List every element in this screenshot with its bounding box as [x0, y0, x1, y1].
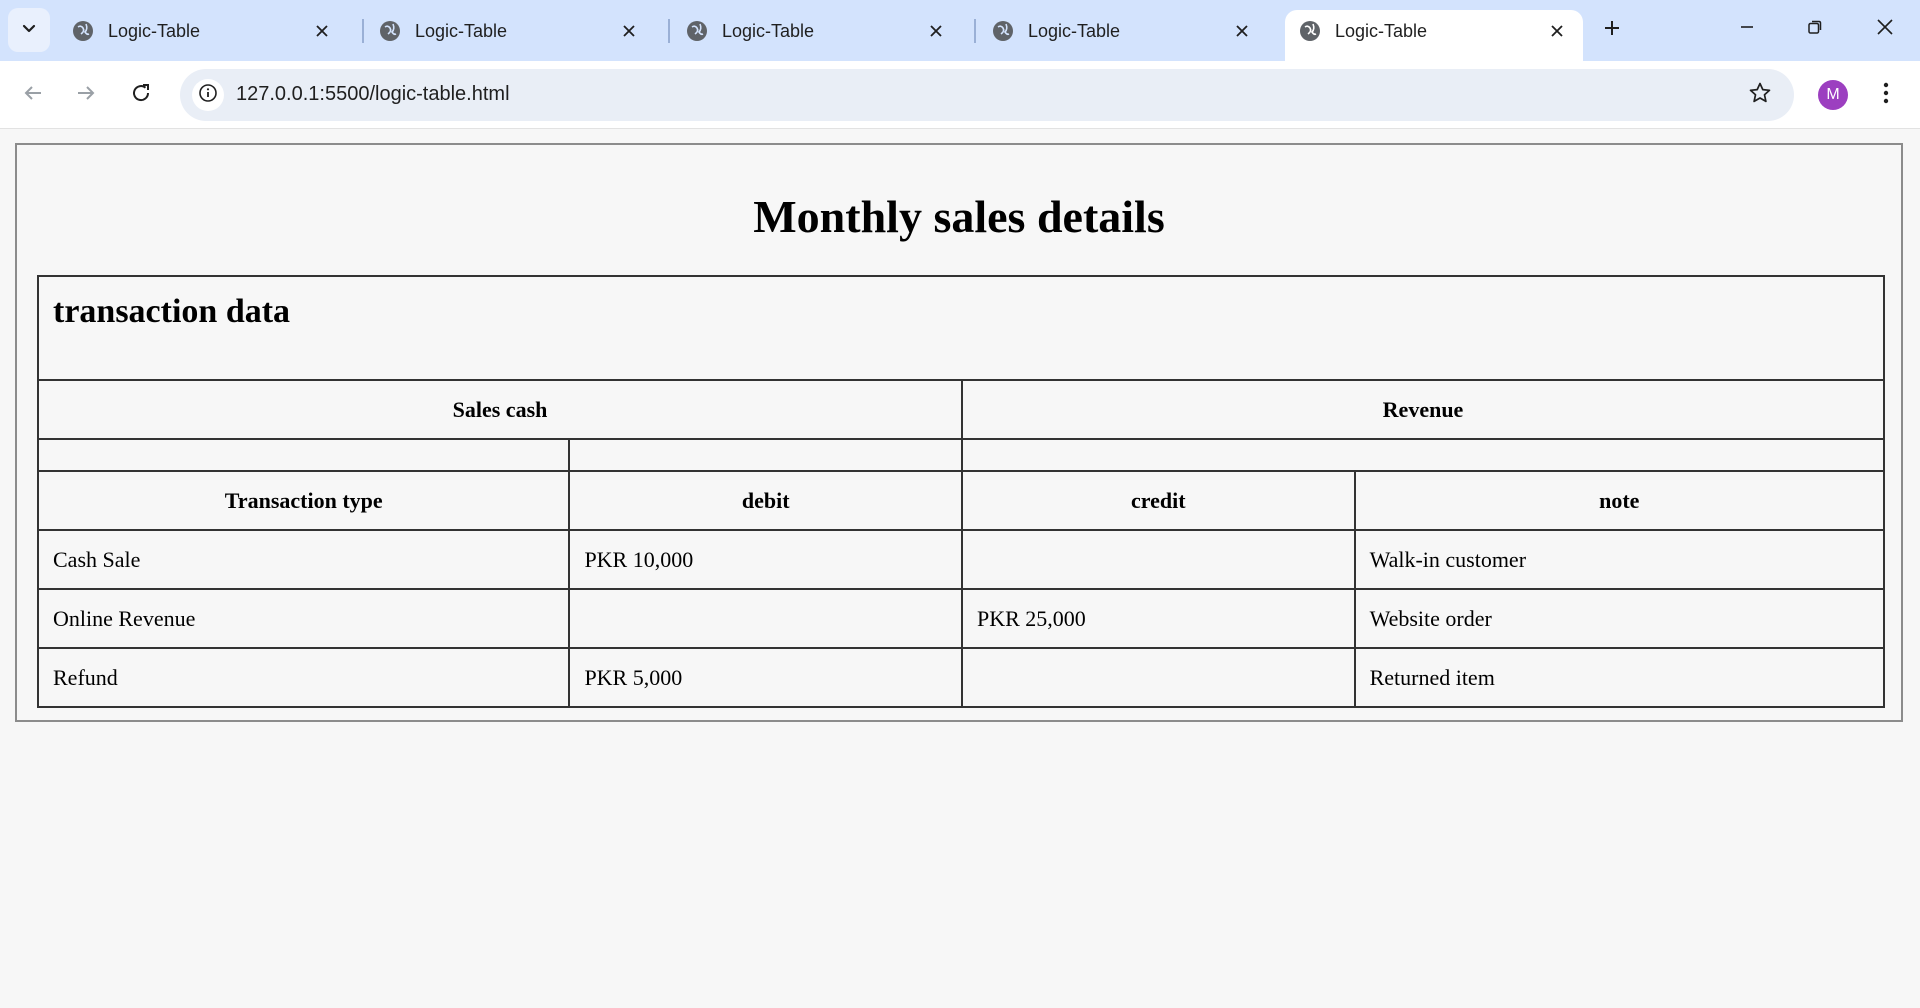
tab-4[interactable]: Logic-Table [978, 10, 1268, 52]
column-header-transaction-type: Transaction type [36, 470, 571, 531]
new-tab-button[interactable] [1596, 14, 1628, 46]
close-icon[interactable] [922, 17, 950, 45]
close-icon[interactable] [615, 17, 643, 45]
restore-button[interactable] [1792, 8, 1838, 50]
browser-menu-button[interactable] [1870, 75, 1902, 115]
globe-icon [1299, 20, 1321, 42]
content-frame: Monthly sales details transaction data S… [15, 143, 1903, 722]
cell-debit: PKR 10,000 [568, 529, 963, 590]
bookmark-button[interactable] [1746, 81, 1774, 109]
empty-cell [36, 438, 571, 472]
globe-icon [992, 20, 1014, 42]
tab-strip: Logic-Table Logic-Table Logic-Table Logi… [0, 0, 1920, 61]
star-icon [1748, 81, 1772, 110]
table-caption: transaction data [37, 275, 1885, 381]
tab-5-active[interactable]: Logic-Table [1285, 10, 1583, 61]
group-header-sales-cash: Sales cash [37, 379, 963, 440]
cell-debit [568, 588, 963, 649]
forward-button[interactable] [66, 75, 106, 115]
cell-note: Website order [1353, 588, 1886, 649]
cell-transaction-type: Cash Sale [36, 529, 571, 590]
cell-note: Walk-in customer [1353, 529, 1886, 590]
tab-divider [362, 19, 364, 43]
column-header-debit: debit [568, 470, 963, 531]
info-icon [198, 83, 218, 108]
tab-title: Logic-Table [108, 20, 201, 41]
caption-text: transaction data [53, 293, 291, 330]
column-header-row: Transaction type debit credit note [36, 470, 1886, 531]
minimize-button[interactable] [1724, 8, 1770, 50]
tab-divider [668, 19, 670, 43]
forward-arrow-icon [75, 82, 97, 109]
transaction-table: transaction data Sales cash Revenue Tran… [36, 275, 1886, 708]
cell-credit [961, 529, 1356, 590]
profile-avatar[interactable]: M [1818, 80, 1848, 110]
group-header-revenue: Revenue [961, 379, 1885, 440]
page-title: Monthly sales details [753, 191, 1165, 242]
column-header-note: note [1353, 470, 1886, 531]
close-icon[interactable] [1228, 17, 1256, 45]
close-icon[interactable] [308, 17, 336, 45]
browser-toolbar: 127.0.0.1:5500/logic-table.html M [0, 61, 1920, 129]
tab-title: Logic-Table [722, 20, 815, 41]
table-row: Cash Sale PKR 10,000 Walk-in customer [36, 529, 1886, 590]
tab-title: Logic-Table [1028, 20, 1121, 41]
reload-button[interactable] [121, 75, 161, 115]
tab-title: Logic-Table [415, 20, 508, 41]
tab-search-icon [21, 20, 37, 41]
table-row: Refund PKR 5,000 Returned item [36, 647, 1886, 708]
plus-icon [1603, 19, 1621, 42]
tab-search-button[interactable] [8, 8, 50, 52]
url-text[interactable]: 127.0.0.1:5500/logic-table.html [236, 83, 510, 106]
site-info-button[interactable] [192, 79, 224, 111]
address-bar[interactable]: 127.0.0.1:5500/logic-table.html [180, 69, 1794, 121]
more-vertical-icon [1883, 82, 1889, 109]
caption-row: transaction data [37, 275, 1885, 381]
cell-note: Returned item [1353, 647, 1886, 708]
cell-transaction-type: Online Revenue [36, 588, 571, 649]
cell-credit [961, 647, 1356, 708]
group-header-row: Sales cash Revenue [37, 379, 1885, 440]
spacer-row [36, 438, 1885, 472]
tab-divider [974, 19, 976, 43]
reload-icon [130, 82, 152, 109]
back-button[interactable] [13, 75, 53, 115]
tab-title: Logic-Table [1335, 20, 1428, 41]
cell-debit: PKR 5,000 [568, 647, 963, 708]
back-arrow-icon [22, 82, 44, 109]
close-icon[interactable] [1543, 17, 1571, 45]
cell-transaction-type: Refund [36, 647, 571, 708]
column-header-credit: credit [961, 470, 1356, 531]
empty-cell [961, 438, 1885, 472]
empty-cell [568, 438, 963, 472]
cell-credit: PKR 25,000 [961, 588, 1356, 649]
table-row: Online Revenue PKR 25,000 Website order [36, 588, 1886, 649]
tab-1[interactable]: Logic-Table [58, 10, 348, 52]
restore-icon [1807, 19, 1823, 40]
window-close-icon [1876, 18, 1894, 41]
tab-3[interactable]: Logic-Table [672, 10, 962, 52]
globe-icon [72, 20, 94, 42]
globe-icon [686, 20, 708, 42]
globe-icon [379, 20, 401, 42]
tab-2[interactable]: Logic-Table [365, 10, 655, 52]
page-content: Monthly sales details transaction data S… [0, 129, 1920, 1008]
minimize-icon [1739, 19, 1755, 40]
window-close-button[interactable] [1862, 8, 1908, 50]
